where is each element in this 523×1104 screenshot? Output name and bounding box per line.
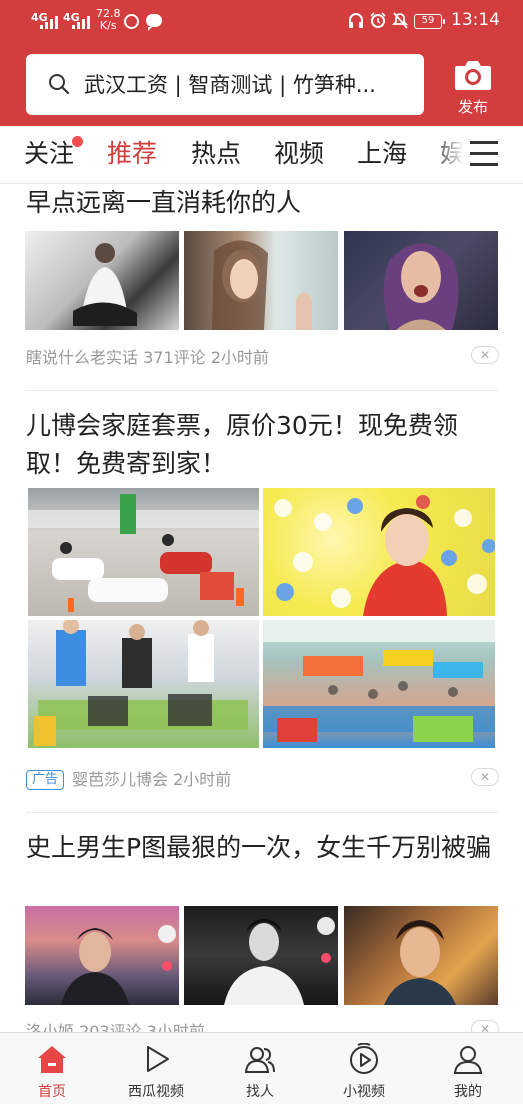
- alarm-icon: [370, 12, 386, 28]
- profile-icon: [453, 1046, 483, 1074]
- nav-profile-label: 我的: [454, 1084, 482, 1100]
- dismiss-button[interactable]: ✕: [471, 1020, 499, 1032]
- news-feed[interactable]: 早点远离一直消耗你的人 瞎说什么老实话 371评论 2小时前 ✕ 儿博会家庭套票…: [0, 184, 523, 1032]
- divider: [26, 390, 498, 391]
- article-thumbnail[interactable]: [25, 906, 179, 1005]
- home-icon: [38, 1046, 66, 1073]
- ad-badge: 广告: [26, 770, 65, 790]
- sync-icon: [124, 14, 139, 29]
- nav-profile[interactable]: 我的: [416, 1033, 520, 1104]
- divider: [26, 812, 498, 813]
- article-thumbnail[interactable]: [184, 231, 338, 330]
- publish-label: 发布: [457, 98, 488, 116]
- channel-tabs: 关注 推荐 热点 视频 上海 娱: [0, 126, 523, 184]
- nav-home-label: 首页: [38, 1084, 66, 1100]
- nav-short-video-label: 小视频: [343, 1084, 385, 1100]
- article-meta: 瞎说什么老实话 371评论 2小时前: [26, 348, 269, 367]
- article-title[interactable]: 史上男生P图最狠的一次，女生千万别被骗: [26, 829, 501, 867]
- ad-title[interactable]: 儿博会家庭套票，原价30元！现免费领取！免费寄到家！: [26, 407, 501, 483]
- people-icon: [244, 1047, 275, 1073]
- tab-hot[interactable]: 热点: [191, 136, 241, 172]
- mute-icon: [392, 12, 408, 29]
- dismiss-button[interactable]: ✕: [471, 768, 499, 786]
- ad-image-kids-cars[interactable]: [28, 488, 259, 616]
- search-bar[interactable]: 武汉工资 | 智商测试 | 竹笋种...: [26, 54, 424, 115]
- tab-video[interactable]: 视频: [274, 136, 324, 172]
- article-thumbnail[interactable]: [344, 231, 498, 330]
- camera-icon: [455, 61, 491, 90]
- play-icon: [147, 1046, 169, 1072]
- nav-xigua-video[interactable]: 西瓜视频: [104, 1033, 208, 1104]
- ad-meta: 广告 婴芭莎儿博会 2小时前: [26, 766, 231, 790]
- bottom-navigation: 首页 西瓜视频 找人 小视频 我的: [0, 1032, 523, 1104]
- ad-image-kids-karts[interactable]: [28, 620, 259, 748]
- nav-home[interactable]: 首页: [0, 1033, 104, 1104]
- app-header: 4G 4G 72.8 K/s 59 13:14 武汉工资 | 智商测试 | 竹笋…: [0, 0, 523, 126]
- article-thumbnail[interactable]: [25, 231, 179, 330]
- ad-source: 婴芭莎儿博会 2小时前: [72, 770, 232, 789]
- channel-menu-icon[interactable]: [470, 141, 498, 167]
- nav-short-video[interactable]: 小视频: [312, 1033, 416, 1104]
- status-clock: 13:14: [451, 10, 500, 30]
- article-thumbnail[interactable]: [344, 906, 498, 1005]
- tab-shanghai[interactable]: 上海: [357, 136, 407, 172]
- signal-strength-icon: [40, 15, 60, 29]
- ad-image-ball-pit[interactable]: [263, 488, 495, 616]
- search-suggestions-text[interactable]: 武汉工资 | 智商测试 | 竹笋种...: [84, 70, 414, 100]
- article-title[interactable]: 早点远离一直消耗你的人: [26, 184, 501, 222]
- ad-image-expo-hall[interactable]: [263, 620, 495, 748]
- nav-find-people[interactable]: 找人: [208, 1033, 312, 1104]
- nav-find-people-label: 找人: [246, 1084, 274, 1100]
- publish-button[interactable]: 发布: [450, 56, 496, 118]
- short-video-icon: [350, 1043, 378, 1074]
- nav-xigua-label: 西瓜视频: [128, 1084, 184, 1100]
- article-meta: 洛小姬 203评论 3小时前: [26, 1022, 205, 1032]
- tab-following[interactable]: 关注: [24, 136, 74, 172]
- search-icon: [49, 74, 70, 95]
- message-icon: [146, 14, 162, 31]
- notification-dot: [72, 136, 83, 147]
- status-bar: 4G 4G 72.8 K/s 59 13:14: [0, 0, 523, 44]
- signal-strength-icon: [72, 15, 92, 29]
- article-thumbnail[interactable]: [184, 906, 338, 1005]
- dismiss-button[interactable]: ✕: [471, 346, 499, 364]
- battery-icon: 59: [414, 14, 445, 29]
- tab-recommended[interactable]: 推荐: [107, 136, 157, 172]
- headphones-icon: [349, 13, 363, 28]
- network-speed: 72.8 K/s: [96, 7, 121, 32]
